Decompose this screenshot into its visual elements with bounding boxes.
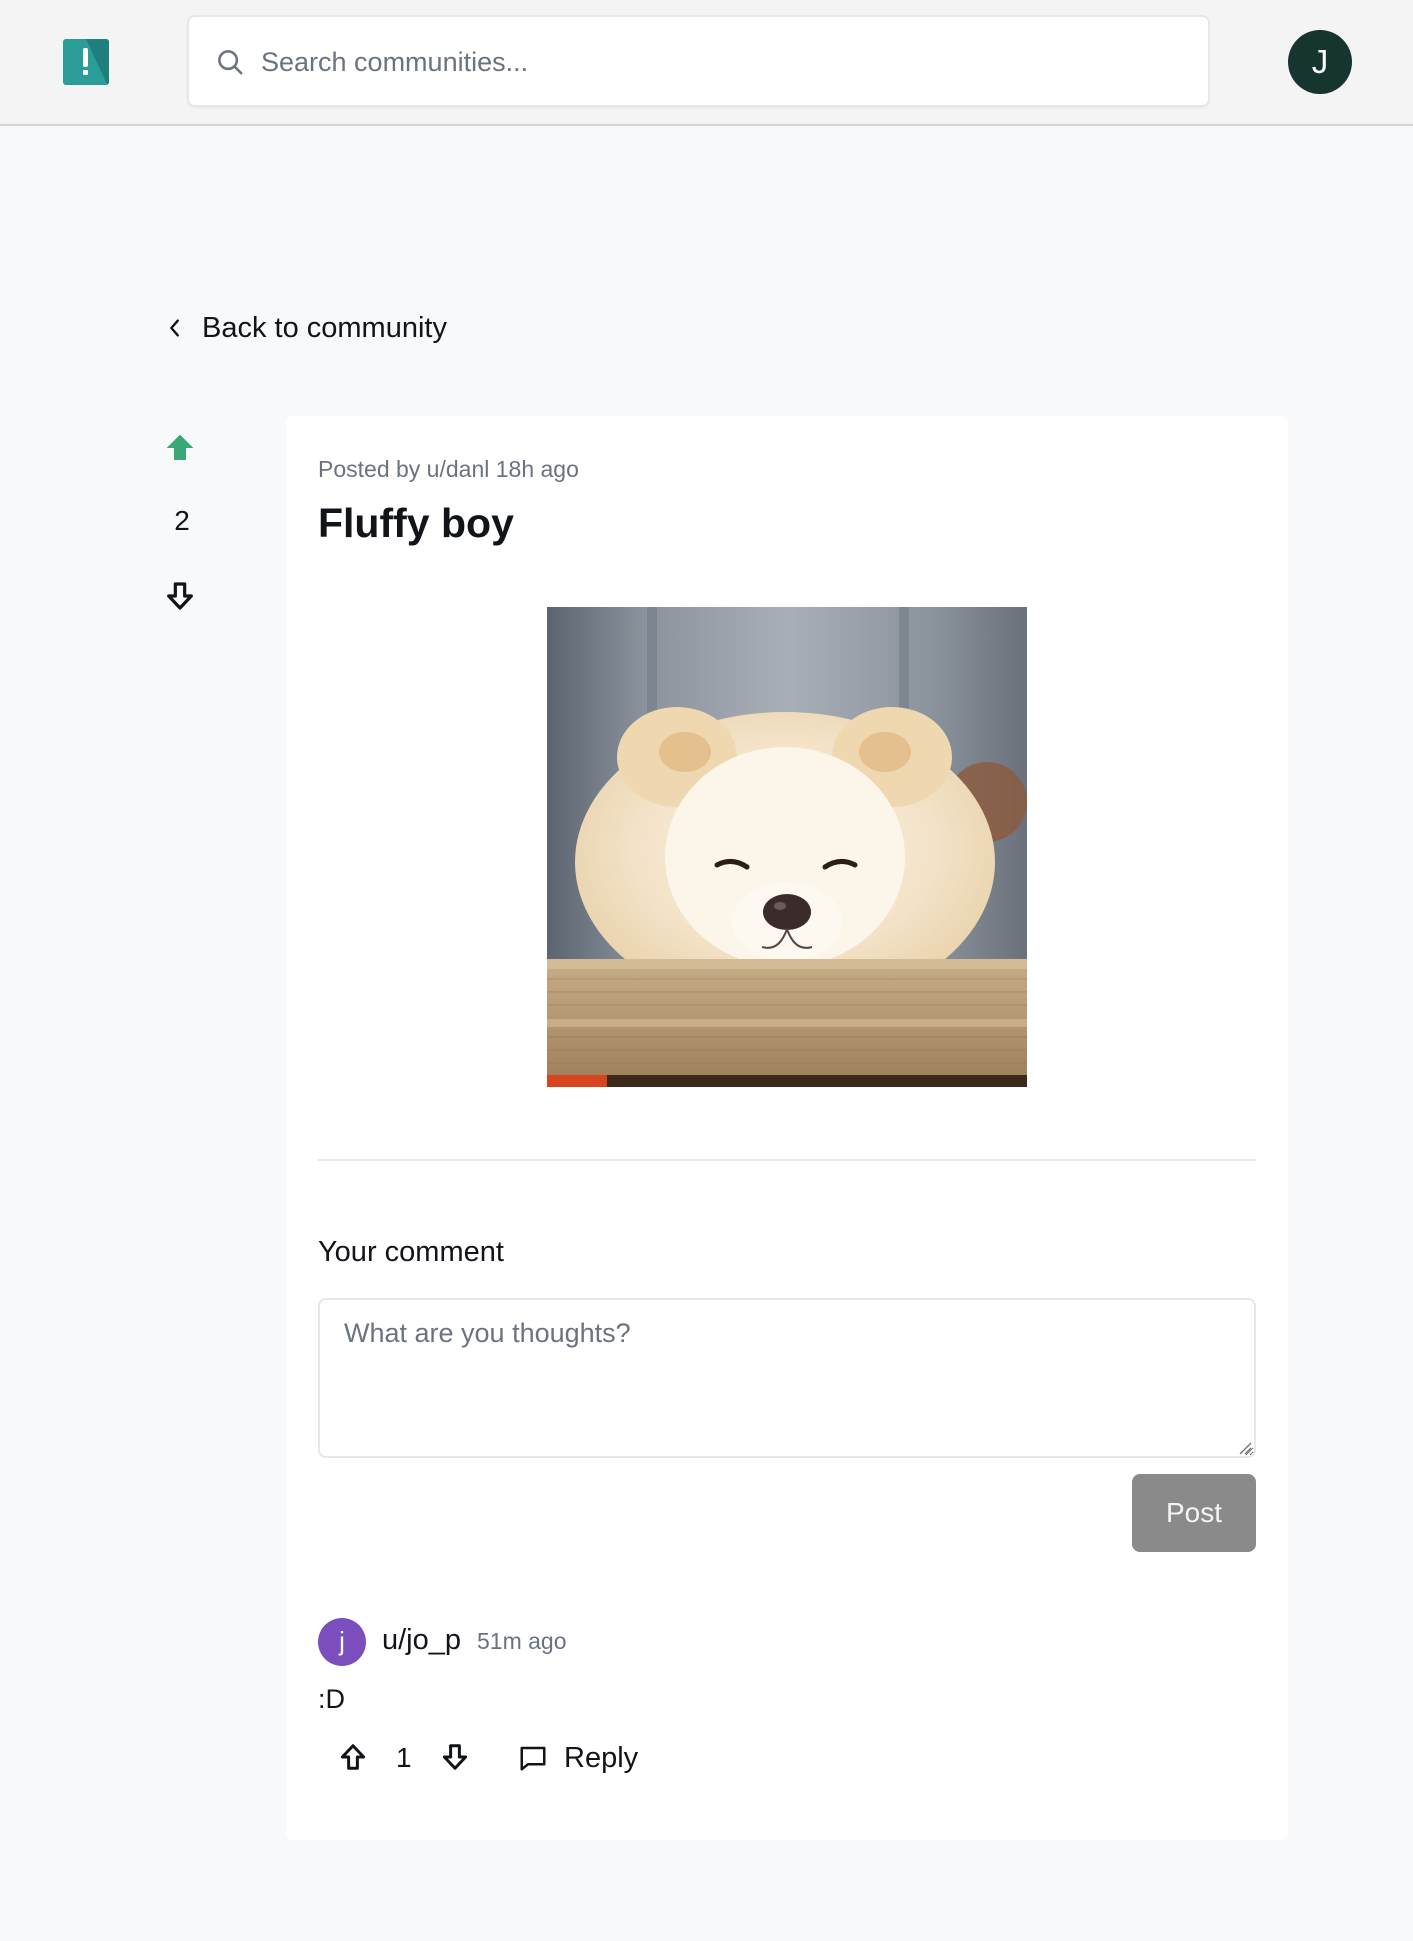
search-bar xyxy=(187,15,1210,107)
search-input[interactable] xyxy=(261,39,1181,85)
downvote-arrow-icon[interactable] xyxy=(164,580,196,612)
app-logo-icon[interactable] xyxy=(63,39,109,85)
back-to-community-link[interactable]: Back to community xyxy=(164,308,447,348)
upvote-arrow-icon[interactable] xyxy=(164,432,196,464)
search-icon xyxy=(218,50,243,75)
comment-timestamp: 51m ago xyxy=(477,1628,567,1654)
back-link-label: Back to community xyxy=(202,311,447,344)
comment-downvote-icon[interactable] xyxy=(440,1742,470,1772)
post-image[interactable] xyxy=(547,607,1027,1087)
post-vote-count: 2 xyxy=(174,505,190,536)
reply-label: Reply xyxy=(564,1741,639,1774)
chevron-left-icon xyxy=(170,319,179,337)
post-card: Posted by u/danl 18h ago Fluffy boy Your… xyxy=(286,416,1288,1840)
comment-upvote-icon[interactable] xyxy=(338,1742,368,1772)
post-title: Fluffy boy xyxy=(318,500,514,546)
user-avatar[interactable]: J xyxy=(1288,30,1352,94)
top-navbar: J xyxy=(0,0,1413,126)
comment-textarea[interactable] xyxy=(318,1298,1256,1458)
comment-username[interactable]: u/jo_p xyxy=(382,1624,461,1657)
comment-actions: 1 Reply xyxy=(338,1738,738,1778)
post-meta: Posted by u/danl 18h ago xyxy=(318,456,579,482)
comment-vote-count: 1 xyxy=(396,1742,412,1773)
comment-label: Your comment xyxy=(318,1236,504,1268)
post-divider xyxy=(318,1159,1256,1161)
reply-button[interactable]: Reply xyxy=(518,1738,638,1778)
comment-avatar[interactable]: j xyxy=(318,1618,366,1666)
comment-body: :D xyxy=(318,1684,345,1714)
chat-bubble-icon xyxy=(520,1746,546,1771)
post-comment-button[interactable]: Post xyxy=(1132,1474,1256,1552)
dog-photo-illustration xyxy=(547,607,1027,1087)
